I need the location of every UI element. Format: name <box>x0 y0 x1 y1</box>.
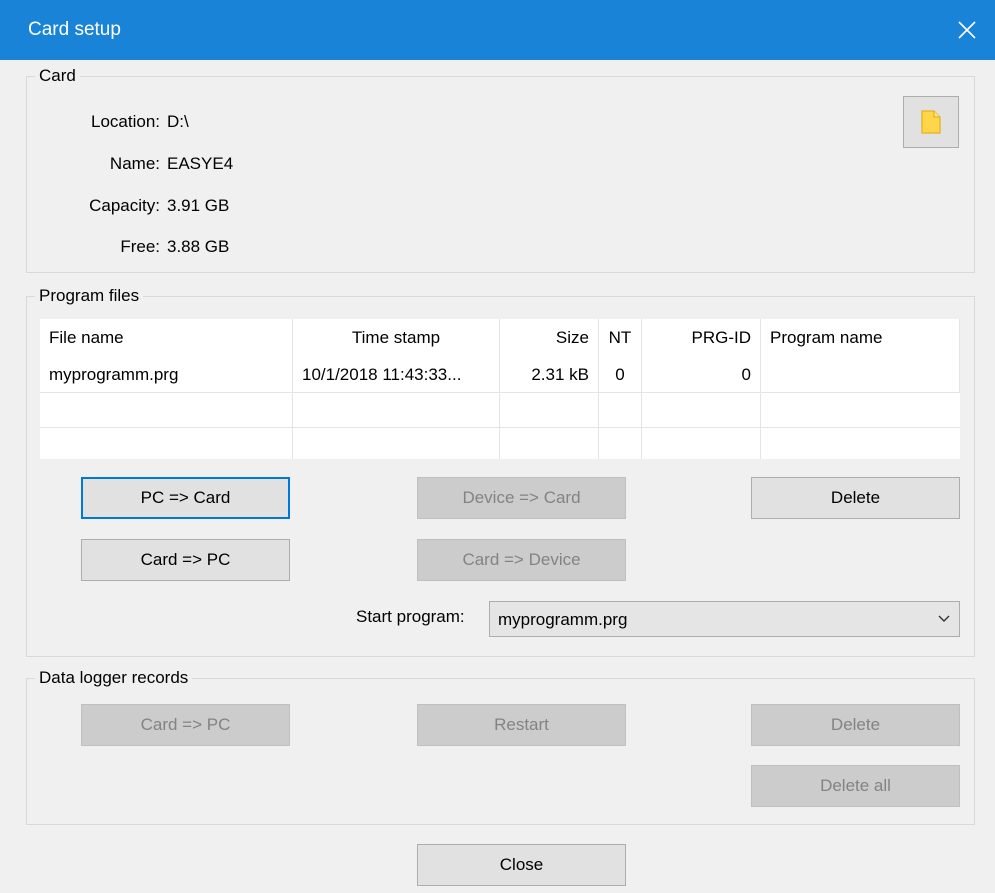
card-to-pc-button[interactable]: Card => PC <box>81 539 290 581</box>
empty-cell <box>40 427 293 459</box>
list-header: File name Time stamp Size NT PRG-ID Prog… <box>40 319 960 357</box>
column-header-time-stamp[interactable]: Time stamp <box>293 319 500 357</box>
logger-card-to-pc-button[interactable]: Card => PC <box>81 704 290 746</box>
close-icon <box>958 21 976 39</box>
empty-cell <box>642 392 761 427</box>
close-button[interactable]: Close <box>417 844 626 886</box>
capacity-label: Capacity: <box>89 196 160 215</box>
empty-cell <box>642 427 761 459</box>
table-row[interactable]: myprogramm.prg 10/1/2018 11:43:33... 2.3… <box>40 357 960 392</box>
capacity-value: 3.91 GB <box>167 196 230 215</box>
card-to-device-button[interactable]: Card => Device <box>417 539 626 581</box>
table-row-empty <box>40 427 960 459</box>
free-label: Free: <box>120 237 160 256</box>
program-files-group-label: Program files <box>35 285 144 307</box>
program-name-cell <box>761 357 960 392</box>
window-title: Card setup <box>28 19 121 40</box>
column-header-prg-id[interactable]: PRG-ID <box>642 319 761 357</box>
empty-cell <box>293 392 500 427</box>
title-bar: Card setup <box>0 0 995 60</box>
free-value: 3.88 GB <box>167 237 230 256</box>
size-cell: 2.31 kB <box>500 357 599 392</box>
start-program-dropdown[interactable]: myprogramm.prg <box>489 601 960 637</box>
card-group-label: Card <box>35 65 80 87</box>
empty-cell <box>599 427 642 459</box>
logger-delete-all-button[interactable]: Delete all <box>751 765 960 807</box>
device-to-card-button[interactable]: Device => Card <box>417 477 626 519</box>
column-header-program-name[interactable]: Program name <box>761 319 960 357</box>
location-label: Location: <box>91 112 160 131</box>
chevron-down-icon <box>938 615 950 622</box>
pc-to-card-button[interactable]: PC => Card <box>81 477 290 519</box>
logger-restart-button[interactable]: Restart <box>417 704 626 746</box>
close-window-button[interactable] <box>939 0 995 60</box>
nt-cell: 0 <box>599 357 642 392</box>
name-value: EASYE4 <box>167 154 234 173</box>
logger-delete-button[interactable]: Delete <box>751 704 960 746</box>
empty-cell <box>599 392 642 427</box>
file-name-cell: myprogramm.prg <box>40 357 293 392</box>
card-setup-dialog: Card setup Card Location: D:\ Name: EASY… <box>0 0 995 893</box>
column-header-size[interactable]: Size <box>500 319 599 357</box>
start-program-label: Start program: <box>356 607 465 626</box>
row-divider <box>40 392 960 393</box>
start-program-value: myprogramm.prg <box>498 610 628 629</box>
row-divider <box>40 427 960 428</box>
browse-folder-button[interactable] <box>903 96 959 148</box>
table-row-empty <box>40 392 960 427</box>
program-files-list[interactable]: File name Time stamp Size NT PRG-ID Prog… <box>40 319 960 459</box>
column-header-file-name[interactable]: File name <box>40 319 293 357</box>
empty-cell <box>500 427 599 459</box>
empty-cell <box>293 427 500 459</box>
location-value: D:\ <box>167 112 189 131</box>
data-logger-group-label: Data logger records <box>35 667 193 689</box>
time-stamp-cell: 10/1/2018 11:43:33... <box>293 357 500 392</box>
name-label: Name: <box>109 154 160 173</box>
prg-id-cell: 0 <box>642 357 761 392</box>
folder-icon <box>921 110 941 134</box>
delete-program-button[interactable]: Delete <box>751 477 960 519</box>
empty-cell <box>40 392 293 427</box>
empty-cell <box>500 392 599 427</box>
column-header-nt[interactable]: NT <box>599 319 642 357</box>
